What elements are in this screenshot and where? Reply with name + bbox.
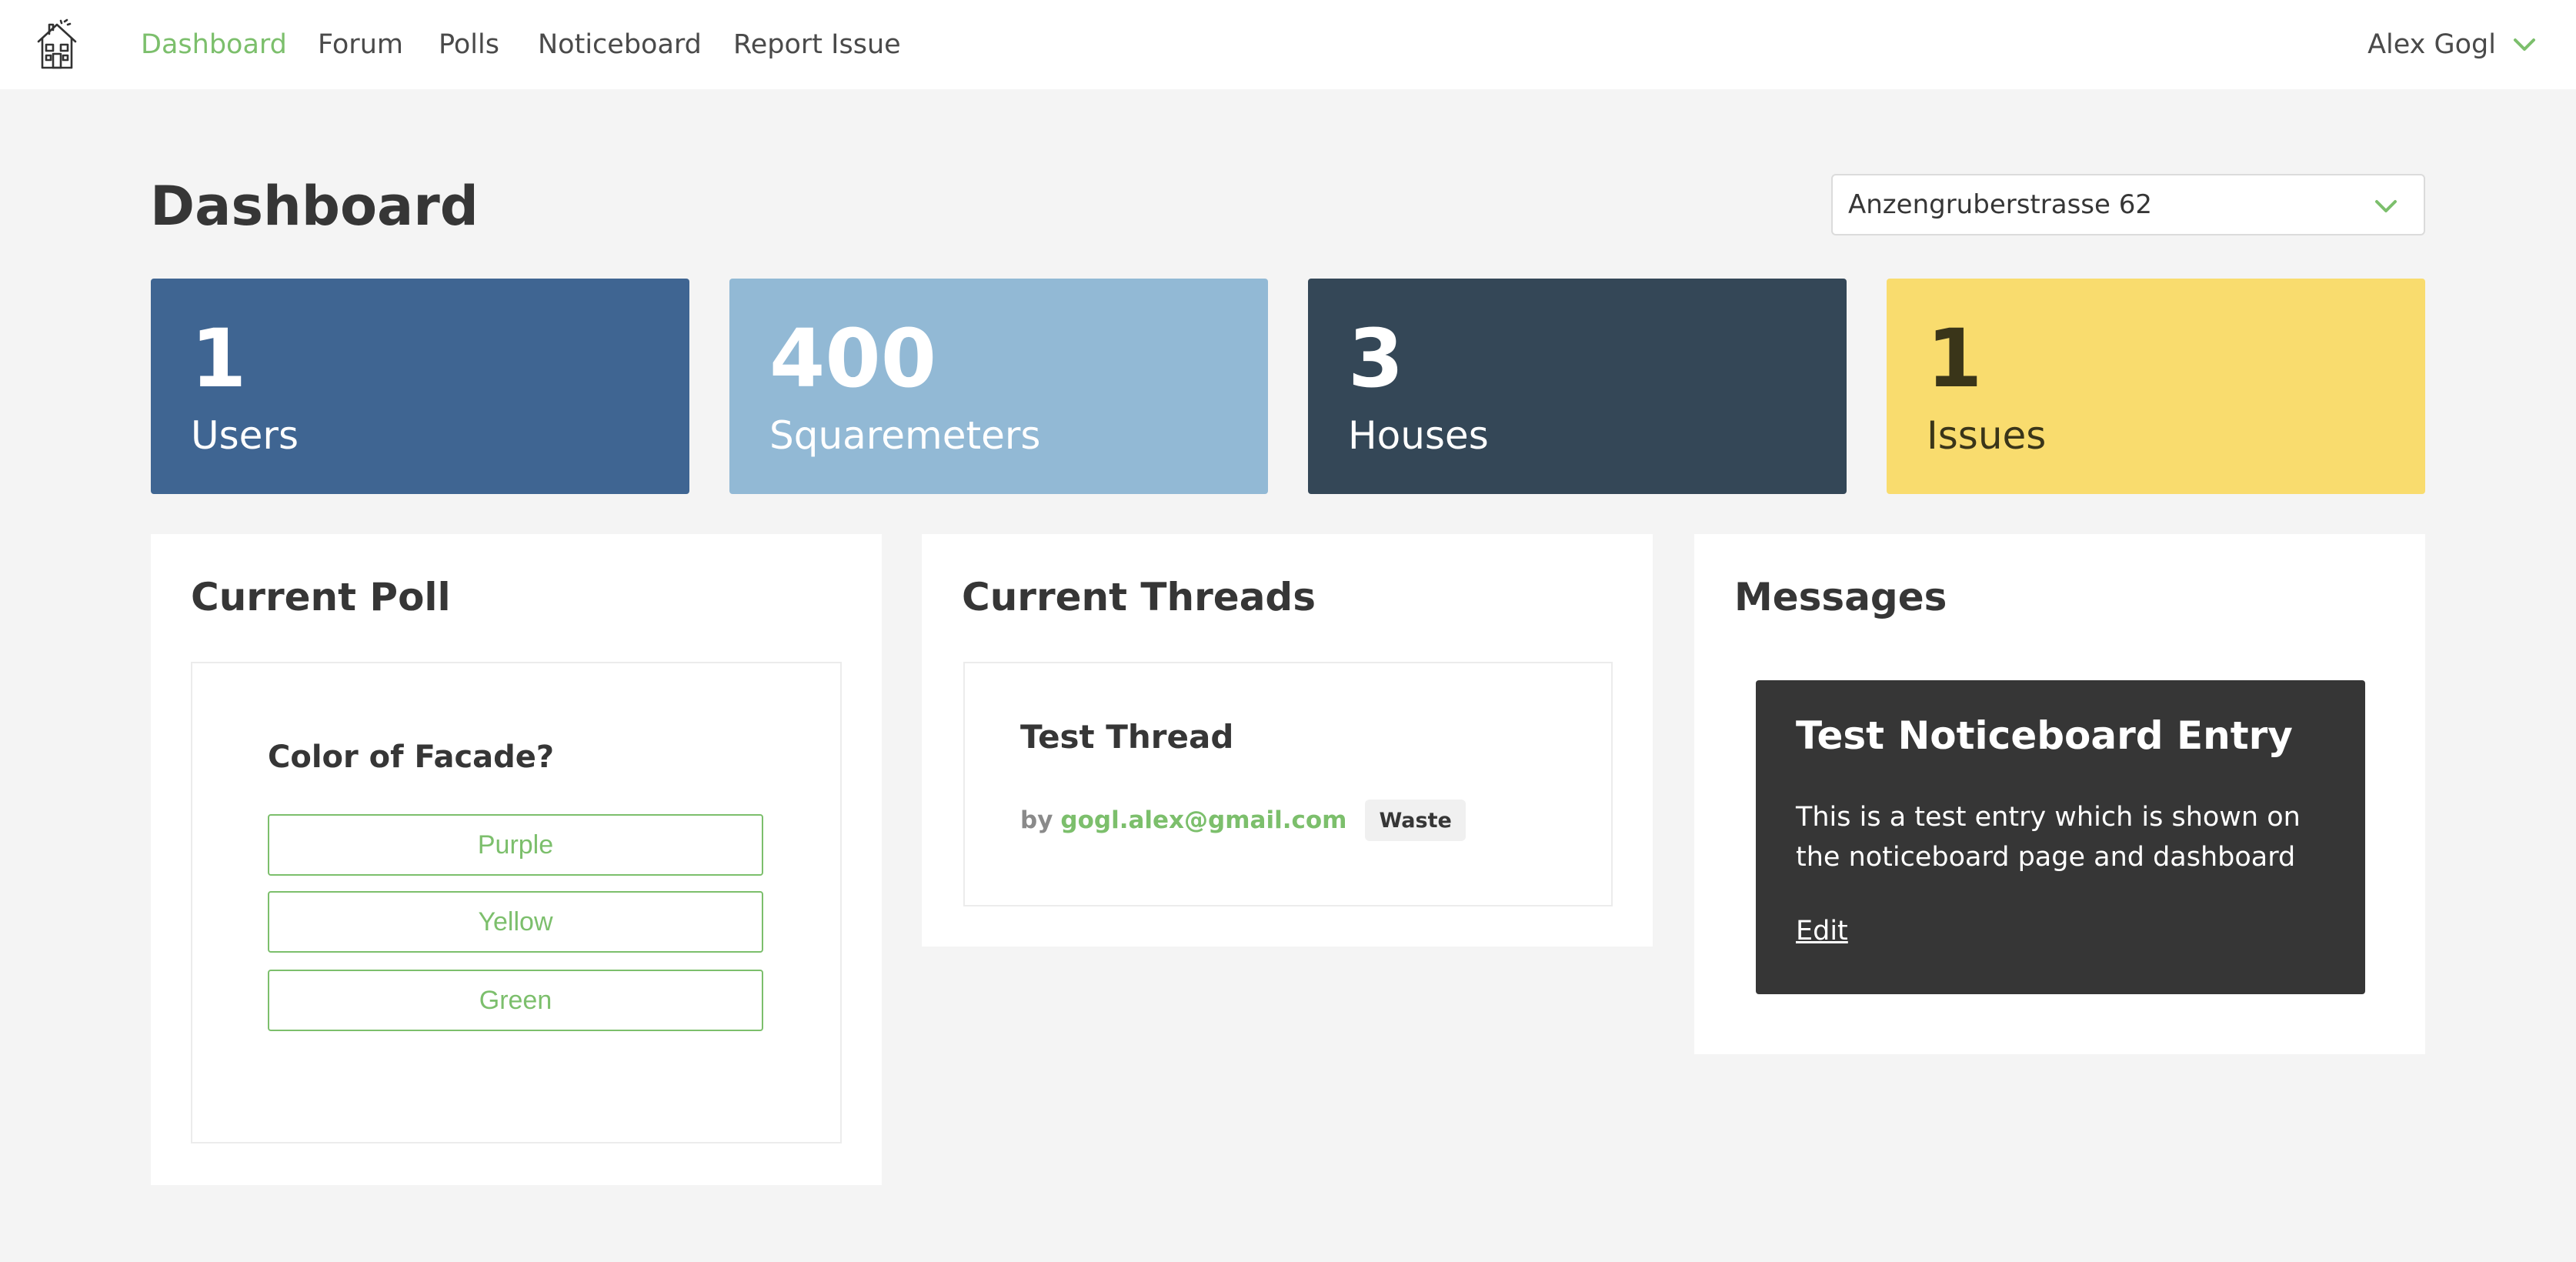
user-menu[interactable]: Alex Gogl: [2367, 28, 2536, 62]
nav-polls[interactable]: Polls: [439, 28, 499, 62]
notice-body: This is a test entry which is shown on t…: [1796, 802, 2301, 873]
poll-option-button[interactable]: Green: [268, 970, 763, 1031]
poll-option-button[interactable]: Yellow: [268, 891, 763, 953]
card-title: Messages: [1734, 575, 1947, 619]
stat-value: 3: [1348, 312, 1404, 406]
user-name: Alex Gogl: [2367, 29, 2496, 60]
stat-label: Squaremeters: [769, 413, 1041, 458]
stat-tile-squaremeters: 400 Squaremeters: [729, 279, 1268, 494]
house-logo-icon[interactable]: [34, 18, 80, 71]
thread-meta: by gogl.alex@gmail.com Waste: [1020, 799, 1466, 842]
nav-noticeboard[interactable]: Noticeboard: [538, 28, 702, 62]
thread-item[interactable]: Test Thread by gogl.alex@gmail.com Waste: [963, 662, 1613, 906]
thread-tag: Waste: [1365, 800, 1466, 841]
nav-forum[interactable]: Forum: [318, 28, 403, 62]
card-title: Current Poll: [191, 575, 451, 619]
poll-box: Color of Facade? Purple Yellow Green: [191, 662, 842, 1143]
top-navbar: Dashboard Forum Polls Noticeboard Report…: [0, 0, 2576, 89]
stat-value: 1: [191, 312, 247, 406]
stat-tile-houses: 3 Houses: [1308, 279, 1847, 494]
noticeboard-entry: Test Noticeboard Entry This is a test en…: [1756, 680, 2365, 994]
stat-tile-issues: 1 Issues: [1887, 279, 2425, 494]
stat-tile-users: 1 Users: [151, 279, 689, 494]
chevron-down-icon: [2514, 38, 2535, 51]
poll-option-button[interactable]: Purple: [268, 814, 763, 876]
thread-title[interactable]: Test Thread: [1020, 717, 1233, 757]
thread-by-label: by: [1020, 806, 1053, 834]
edit-link[interactable]: Edit: [1796, 913, 1848, 950]
current-poll-card: Current Poll Color of Facade? Purple Yel…: [151, 534, 882, 1185]
stat-label: Users: [191, 413, 299, 458]
messages-card: Messages Test Noticeboard Entry This is …: [1694, 534, 2425, 1054]
notice-title: Test Noticeboard Entry: [1796, 713, 2293, 758]
stat-value: 400: [769, 312, 937, 406]
thread-author-link[interactable]: gogl.alex@gmail.com: [1060, 806, 1346, 834]
stat-label: Issues: [1927, 413, 2047, 458]
house-select-value: Anzengruberstrasse 62: [1848, 189, 2152, 220]
house-select[interactable]: Anzengruberstrasse 62: [1831, 174, 2425, 235]
poll-question: Color of Facade?: [268, 740, 555, 775]
card-title: Current Threads: [962, 575, 1316, 619]
nav-dashboard[interactable]: Dashboard: [141, 28, 287, 62]
current-threads-card: Current Threads Test Thread by gogl.alex…: [922, 534, 1653, 946]
stat-value: 1: [1927, 312, 1983, 406]
nav-report-issue[interactable]: Report Issue: [733, 28, 901, 62]
stat-label: Houses: [1348, 413, 1489, 458]
page-title: Dashboard: [150, 175, 479, 238]
chevron-down-icon: [2375, 200, 2397, 212]
